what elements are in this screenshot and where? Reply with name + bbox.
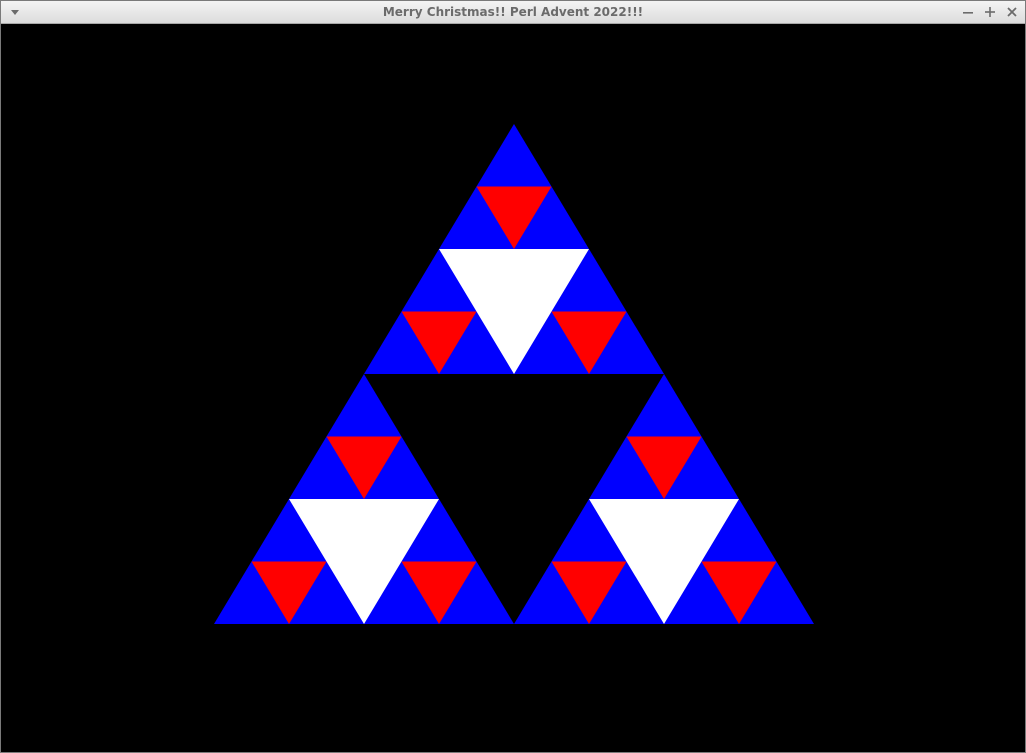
app-window: Merry Christmas!! Perl Advent 2022!!! — [0, 0, 1026, 753]
minus-icon — [963, 12, 973, 14]
plus-icon — [985, 7, 995, 17]
close-button[interactable] — [1004, 4, 1020, 20]
minimize-button[interactable] — [960, 4, 976, 20]
window-menu-button[interactable] — [7, 4, 23, 20]
chevron-down-icon — [11, 10, 19, 15]
maximize-button[interactable] — [982, 4, 998, 20]
drawing-canvas — [1, 24, 1025, 752]
sierpinski-triangle — [214, 124, 814, 624]
title-bar[interactable]: Merry Christmas!! Perl Advent 2022!!! — [1, 1, 1025, 24]
close-icon — [1007, 7, 1017, 17]
window-title: Merry Christmas!! Perl Advent 2022!!! — [382, 5, 644, 19]
